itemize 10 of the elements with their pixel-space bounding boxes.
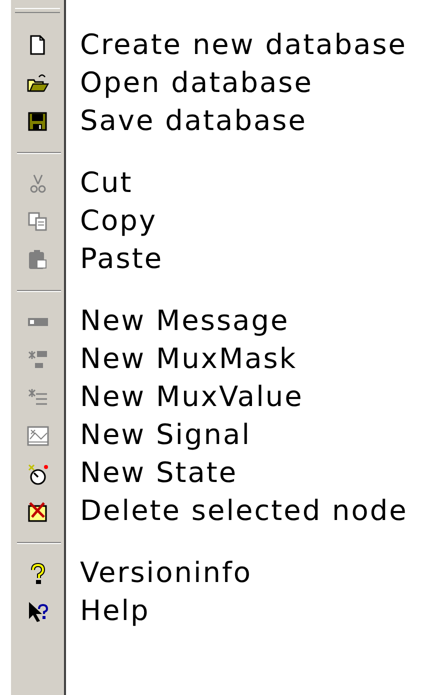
stopwatch-icon[interactable]: [26, 462, 50, 486]
toolbar-grip[interactable]: [15, 8, 60, 13]
menu-item-label[interactable]: Help: [80, 594, 150, 626]
menu-item-label[interactable]: Delete selected node: [80, 494, 408, 526]
menu-item-label[interactable]: Save database: [80, 104, 307, 136]
menu-item-label[interactable]: Create new database: [80, 28, 408, 60]
menu-item-label[interactable]: Open database: [80, 66, 313, 98]
menu-item-label[interactable]: New State: [80, 456, 238, 488]
delete-icon[interactable]: [26, 500, 50, 524]
menu-item-label[interactable]: Versioninfo: [80, 556, 252, 588]
